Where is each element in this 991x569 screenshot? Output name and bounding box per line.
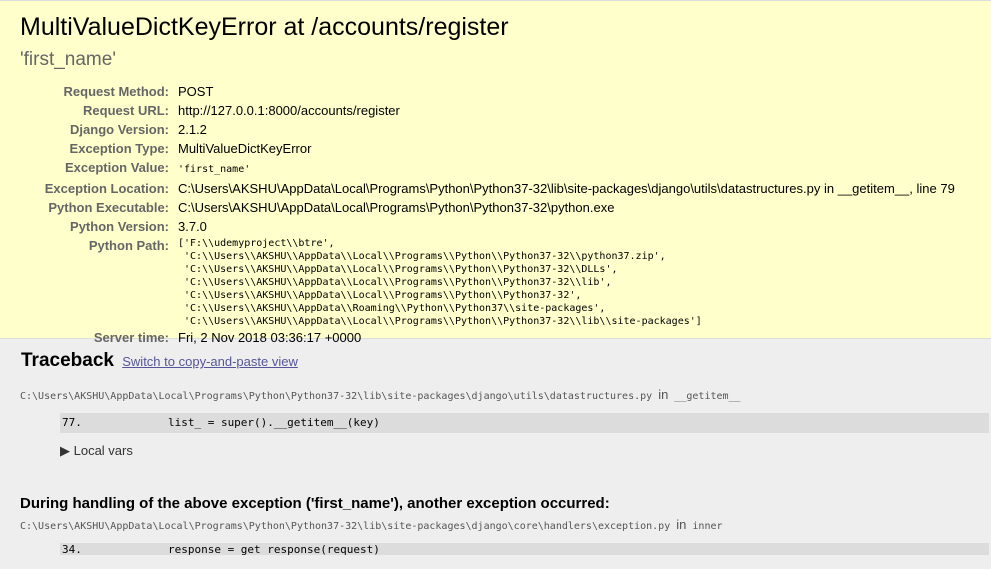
error-summary: MultiValueDictKeyError at /accounts/regi… <box>0 0 991 345</box>
meta-value: 2.1.2 <box>178 122 207 137</box>
exception-chain-notice: During handling of the above exception (… <box>20 495 610 512</box>
meta-value: 3.7.0 <box>178 219 207 234</box>
meta-value: C:\Users\AKSHU\AppData\Local\Programs\Py… <box>178 181 955 196</box>
meta-row-python-path: Python Path: ['F:\\udemyproject\\btre', … <box>20 236 955 328</box>
context-line[interactable]: 34. response = get_response(request) <box>60 543 989 555</box>
meta-row-request-url: Request URL: http://127.0.0.1:8000/accou… <box>20 101 955 120</box>
frame-location: C:\Users\AKSHU\AppData\Local\Programs\Py… <box>20 517 971 535</box>
frame-location: C:\Users\AKSHU\AppData\Local\Programs\Py… <box>20 387 971 405</box>
meta-label: Exception Location: <box>44 181 169 196</box>
meta-label: Python Path: <box>88 238 169 253</box>
frame-file-path: C:\Users\AKSHU\AppData\Local\Programs\Py… <box>20 391 653 402</box>
meta-value: ['F:\\udemyproject\\btre', 'C:\\Users\\A… <box>178 236 955 328</box>
copy-paste-view-link[interactable]: Switch to copy-and-paste view <box>122 354 298 369</box>
meta-label: Request Method: <box>63 84 169 99</box>
meta-label: Python Version: <box>70 219 169 234</box>
meta-row-python-version: Python Version: 3.7.0 <box>20 217 955 236</box>
frame-in-label: in <box>676 517 687 532</box>
traceback-heading: Traceback Switch to copy-and-paste view <box>21 349 971 374</box>
traceback-title: Traceback <box>21 350 114 371</box>
frame-function-name: inner <box>692 521 723 532</box>
meta-label: Python Executable: <box>48 200 169 215</box>
python-path-list: ['F:\\udemyproject\\btre', 'C:\\Users\\A… <box>178 238 702 327</box>
meta-value: http://127.0.0.1:8000/accounts/register <box>178 103 400 118</box>
meta-value: POST <box>178 84 214 99</box>
meta-row-request-method: Request Method: POST <box>20 82 955 101</box>
frame-function-name: __getitem__ <box>674 391 741 402</box>
meta-row-exception-location: Exception Location: C:\Users\AKSHU\AppDa… <box>20 179 955 198</box>
meta-row-django-version: Django Version: 2.1.2 <box>20 120 955 139</box>
traceback-section: Traceback Switch to copy-and-paste view … <box>0 339 991 565</box>
exception-value-code: 'first_name' <box>178 164 251 175</box>
request-meta-table: Request Method: POST Request URL: http:/… <box>20 82 955 347</box>
frame-file-path: C:\Users\AKSHU\AppData\Local\Programs\Py… <box>20 521 671 532</box>
page-title: MultiValueDictKeyError at /accounts/regi… <box>20 13 509 41</box>
frame-in-label: in <box>658 387 669 402</box>
meta-label: Exception Value: <box>64 160 169 175</box>
local-vars-toggle[interactable]: ▶ Local vars <box>60 442 971 460</box>
meta-value: C:\Users\AKSHU\AppData\Local\Programs\Py… <box>178 200 615 215</box>
context-line[interactable]: 77. list_ = super().__getitem__(key) <box>60 413 989 433</box>
meta-row-exception-type: Exception Type: MultiValueDictKeyError <box>20 139 955 158</box>
meta-value: 'first_name' <box>178 158 955 179</box>
meta-row-exception-value: Exception Value: 'first_name' <box>20 158 955 179</box>
exception-value-heading: 'first_name' <box>20 49 116 70</box>
meta-label: Request URL: <box>83 103 169 118</box>
meta-value: MultiValueDictKeyError <box>178 141 312 156</box>
meta-label: Exception Type: <box>69 141 169 156</box>
meta-row-python-executable: Python Executable: C:\Users\AKSHU\AppDat… <box>20 198 955 217</box>
meta-label: Django Version: <box>70 122 169 137</box>
